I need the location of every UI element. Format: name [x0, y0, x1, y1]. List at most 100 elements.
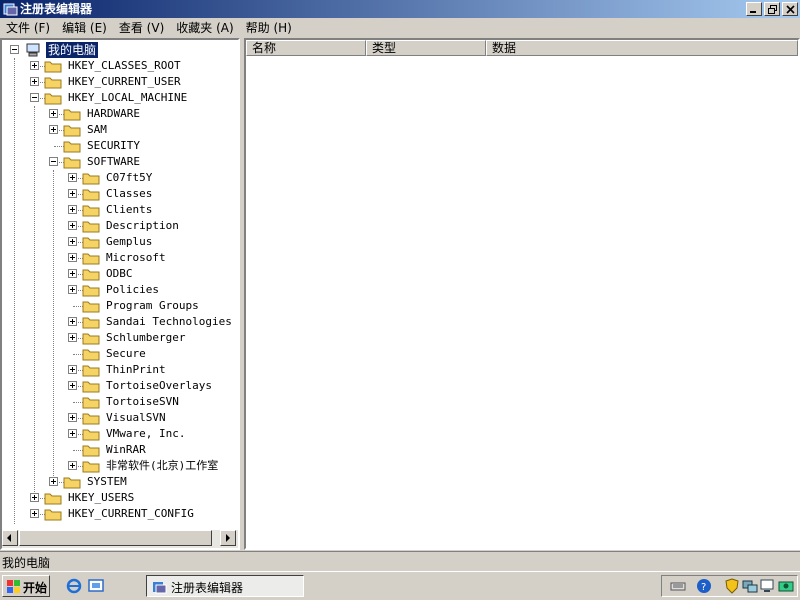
expand-plus-icon[interactable]	[68, 173, 77, 182]
menu-help[interactable]: 帮助 (H)	[240, 18, 298, 38]
internet-explorer-icon[interactable]	[66, 578, 82, 594]
tree-node-label: SAM	[87, 123, 107, 136]
folder-icon	[82, 269, 100, 281]
expand-plus-icon[interactable]	[49, 109, 58, 118]
tree-node-label: SYSTEM	[87, 475, 127, 488]
collapse-minus-icon[interactable]	[30, 93, 39, 102]
tree-node-label: TortoiseSVN	[106, 395, 179, 408]
folder-icon	[82, 317, 100, 329]
tree-node-label: ODBC	[106, 267, 133, 280]
arrow-left-icon	[7, 534, 11, 542]
shield-icon[interactable]	[724, 578, 740, 594]
expand-plus-icon[interactable]	[68, 429, 77, 438]
folder-icon	[82, 189, 100, 201]
folder-icon	[82, 381, 100, 393]
expand-plus-icon[interactable]	[68, 253, 77, 262]
tree-node-label: VMware, Inc.	[106, 427, 186, 440]
tree-node-label: Policies	[106, 283, 159, 296]
folder-icon	[82, 285, 100, 297]
registry-tree-pane[interactable]: 我的电脑 HKEY_CLASSES_ROOT HKEY_CURRENT_USER HK…	[0, 38, 240, 550]
collapse-minus-icon[interactable]	[10, 45, 19, 54]
expand-plus-icon[interactable]	[68, 205, 77, 214]
folder-icon	[63, 157, 81, 169]
tray-app-icon[interactable]	[778, 578, 794, 594]
tree-node-label: SECURITY	[87, 139, 140, 152]
tree-node-label: Sandai Technologies Inc	[106, 315, 238, 328]
tree-node-label: Program Groups	[106, 299, 199, 312]
expand-plus-icon[interactable]	[30, 509, 39, 518]
tree-connector-line	[53, 170, 54, 476]
show-desktop-icon[interactable]	[88, 578, 104, 594]
expand-plus-icon[interactable]	[49, 477, 58, 486]
expand-plus-icon[interactable]	[68, 189, 77, 198]
expand-plus-icon[interactable]	[68, 237, 77, 246]
expand-plus-icon[interactable]	[68, 269, 77, 278]
folder-icon	[82, 397, 100, 409]
regedit-icon	[3, 3, 18, 16]
restore-button[interactable]	[764, 2, 780, 16]
expand-plus-icon[interactable]	[68, 285, 77, 294]
taskbar-button-regedit[interactable]: 注册表编辑器	[146, 575, 304, 597]
tree-node-label: HARDWARE	[87, 107, 140, 120]
folder-icon	[44, 93, 62, 105]
tree-node-label: Microsoft	[106, 251, 166, 264]
expand-plus-icon[interactable]	[68, 221, 77, 230]
tree-node-label: ThinPrint	[106, 363, 166, 376]
expand-plus-icon[interactable]	[68, 413, 77, 422]
regedit-icon	[153, 582, 167, 594]
menu-view[interactable]: 查看 (V)	[113, 18, 170, 38]
close-icon	[786, 5, 795, 14]
folder-icon	[82, 365, 100, 377]
values-list-pane[interactable]: 名称 类型 数据	[244, 38, 800, 550]
display-icon[interactable]	[760, 578, 776, 594]
scroll-left-button[interactable]	[2, 530, 18, 546]
folder-icon	[63, 141, 81, 153]
folder-icon	[82, 221, 100, 233]
expand-plus-icon[interactable]	[68, 365, 77, 374]
column-header-type[interactable]: 类型	[366, 40, 486, 56]
column-header-name[interactable]: 名称	[246, 40, 366, 56]
menu-bar: 文件 (F) 编辑 (E) 查看 (V) 收藏夹 (A) 帮助 (H)	[0, 18, 800, 38]
expand-plus-icon[interactable]	[30, 493, 39, 502]
minimize-button[interactable]	[746, 2, 762, 16]
title-bar: 注册表编辑器	[0, 0, 800, 18]
folder-icon	[82, 333, 100, 345]
help-icon[interactable]: ?	[696, 578, 712, 594]
restore-icon	[768, 5, 777, 14]
expand-plus-icon[interactable]	[68, 461, 77, 470]
scroll-thumb[interactable]	[19, 530, 212, 546]
tree-node-label: VisualSVN	[106, 411, 166, 424]
tree-node-label: C07ft5Y	[106, 171, 153, 184]
expand-plus-icon[interactable]	[68, 317, 77, 326]
svg-text:?: ?	[701, 582, 706, 593]
scroll-right-button[interactable]	[220, 530, 236, 546]
folder-icon	[82, 253, 100, 265]
folder-icon	[82, 445, 100, 457]
start-button[interactable]: 开始	[2, 575, 50, 597]
menu-edit[interactable]: 编辑 (E)	[56, 18, 113, 38]
folder-icon	[44, 61, 62, 73]
folder-icon	[44, 77, 62, 89]
expand-plus-icon[interactable]	[30, 77, 39, 86]
expand-plus-icon[interactable]	[68, 381, 77, 390]
taskbar-button-label: 注册表编辑器	[171, 581, 244, 595]
close-button[interactable]	[782, 2, 798, 16]
tree-node-label: Gemplus	[106, 235, 153, 248]
folder-icon	[44, 493, 62, 505]
column-header-data[interactable]: 数据	[486, 40, 798, 56]
tree-node-label: HKEY_CURRENT_CONFIG	[68, 507, 194, 520]
registry-tree: 我的电脑 HKEY_CLASSES_ROOT HKEY_CURRENT_USER HK…	[2, 40, 238, 530]
system-tray: ?	[661, 575, 798, 597]
folder-icon	[44, 509, 62, 521]
menu-file[interactable]: 文件 (F)	[0, 18, 56, 38]
network-icon[interactable]	[742, 578, 758, 594]
keyboard-icon[interactable]	[670, 578, 686, 594]
menu-favorites[interactable]: 收藏夹 (A)	[170, 18, 239, 38]
collapse-minus-icon[interactable]	[49, 157, 58, 166]
tree-horizontal-scrollbar[interactable]	[2, 530, 238, 548]
tree-node-label: TortoiseOverlays	[106, 379, 212, 392]
expand-plus-icon[interactable]	[30, 61, 39, 70]
expand-plus-icon[interactable]	[49, 125, 58, 134]
folder-icon	[82, 205, 100, 217]
expand-plus-icon[interactable]	[68, 333, 77, 342]
